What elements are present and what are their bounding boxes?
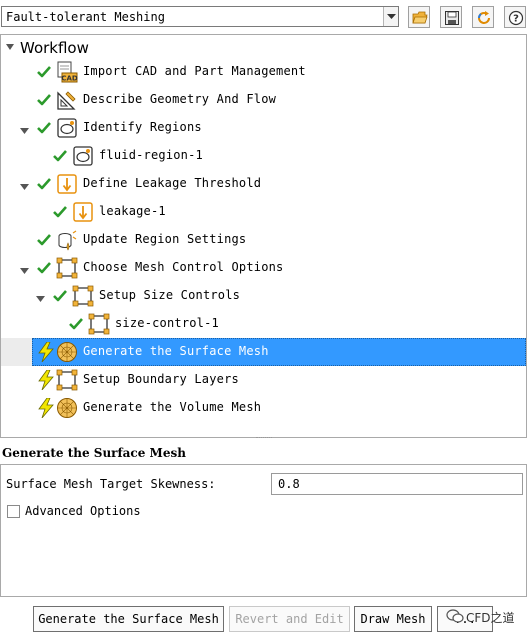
- workflow-tree: Workflow CAD Import CAD and Part Manageme…: [0, 34, 527, 438]
- advanced-options-checkbox[interactable]: [7, 505, 20, 518]
- task-panel: Surface Mesh Target Skewness: 0.8 Advanc…: [0, 464, 527, 597]
- check-icon: [53, 150, 67, 165]
- svg-text:?: ?: [513, 14, 519, 25]
- workflow-step-label: Generate the Surface Mesh: [83, 344, 269, 358]
- workflow-step-0[interactable]: CAD Import CAD and Part Management: [1, 58, 526, 86]
- workflow-step-3[interactable]: fluid-region-1: [1, 142, 526, 170]
- workflow-root-label: Workflow: [20, 39, 89, 57]
- skewness-field[interactable]: 0.8: [271, 473, 523, 495]
- draw-mesh-button[interactable]: Draw Mesh: [354, 606, 432, 632]
- workflow-type-select[interactable]: Fault-tolerant Meshing: [1, 6, 399, 27]
- workflow-step-label: Setup Size Controls: [99, 288, 241, 302]
- task-panel-title: Generate the Surface Mesh: [2, 446, 186, 460]
- skewness-label: Surface Mesh Target Skewness:: [6, 477, 216, 491]
- expand-arrow-icon[interactable]: [20, 264, 29, 278]
- workflow-step-11[interactable]: Setup Boundary Layers: [1, 366, 526, 394]
- region-icon: [56, 117, 78, 139]
- expand-arrow-icon[interactable]: [20, 124, 29, 138]
- expand-arrow-icon[interactable]: [20, 180, 29, 194]
- workflow-step-5[interactable]: leakage-1: [1, 198, 526, 226]
- check-icon: [37, 262, 51, 277]
- leakage-icon: [72, 201, 94, 223]
- svg-text:CAD: CAD: [61, 75, 78, 83]
- collapse-arrow-icon[interactable]: [5, 42, 15, 52]
- lightning-icon: [37, 369, 55, 393]
- geometry-ruler-icon: [56, 89, 78, 111]
- lightning-icon: [37, 341, 55, 365]
- generate-button-label: Generate the Surface Mesh: [38, 612, 219, 626]
- region-icon: [72, 145, 94, 167]
- workflow-step-12[interactable]: Generate the Volume Mesh: [1, 394, 526, 422]
- workflow-step-label: Identify Regions: [83, 120, 202, 134]
- workflow-step-label: Update Region Settings: [83, 232, 247, 246]
- revert-and-edit-button[interactable]: Revert and Edit: [229, 606, 350, 632]
- check-icon: [53, 290, 67, 305]
- workflow-step-4[interactable]: Define Leakage Threshold: [1, 170, 526, 198]
- workflow-step-1[interactable]: Describe Geometry And Flow: [1, 86, 526, 114]
- save-icon: [445, 11, 459, 25]
- draw-button-label: Draw Mesh: [360, 612, 426, 626]
- workflow-type-value: Fault-tolerant Meshing: [6, 10, 165, 24]
- wechat-icon: [446, 609, 464, 623]
- workflow-toolbar: Fault-tolerant Meshing ?: [0, 0, 527, 34]
- check-icon: [37, 66, 51, 81]
- help-button[interactable]: ?: [504, 6, 526, 28]
- workflow-step-2[interactable]: Identify Regions: [1, 114, 526, 142]
- workflow-step-10[interactable]: Generate the Surface Mesh: [1, 338, 526, 366]
- check-icon: [37, 234, 51, 249]
- revert-button-label: Revert and Edit: [235, 612, 344, 626]
- boundary-layer-icon: [56, 369, 78, 391]
- chevron-down-icon[interactable]: [383, 7, 398, 26]
- workflow-step-label: Setup Boundary Layers: [83, 372, 239, 386]
- mesh-control-icon: [56, 257, 78, 279]
- advanced-options-label[interactable]: Advanced Options: [25, 504, 141, 518]
- splitter-handle[interactable]: [256, 437, 272, 440]
- save-button[interactable]: [440, 6, 462, 28]
- workflow-step-label: Choose Mesh Control Options: [83, 260, 284, 274]
- skewness-value: 0.8: [278, 477, 300, 491]
- watermark-text: CFD之道: [466, 611, 515, 625]
- open-folder-button[interactable]: [408, 6, 430, 28]
- workflow-step-label: size-control-1: [115, 316, 219, 330]
- workflow-step-label: fluid-region-1: [99, 148, 203, 162]
- workflow-step-label: Define Leakage Threshold: [83, 176, 262, 190]
- open-folder-icon: [412, 11, 428, 24]
- check-icon: [37, 94, 51, 109]
- check-icon: [69, 318, 83, 333]
- volume-mesh-icon: [56, 397, 78, 419]
- help-icon: ?: [508, 10, 524, 26]
- expand-arrow-icon[interactable]: [36, 292, 45, 306]
- workflow-step-label: Generate the Volume Mesh: [83, 400, 262, 414]
- workflow-step-label: Describe Geometry And Flow: [83, 92, 277, 106]
- surface-mesh-icon: [56, 341, 78, 363]
- workflow-step-6[interactable]: Update Region Settings: [1, 226, 526, 254]
- workflow-step-label: leakage-1: [99, 204, 166, 218]
- check-icon: [53, 206, 67, 221]
- workflow-step-8[interactable]: Setup Size Controls: [1, 282, 526, 310]
- generate-surface-mesh-button[interactable]: Generate the Surface Mesh: [33, 606, 224, 632]
- check-icon: [37, 122, 51, 137]
- region-settings-icon: [56, 229, 78, 251]
- mesh-control-icon: [72, 285, 94, 307]
- refresh-button[interactable]: [472, 6, 494, 28]
- lightning-icon: [37, 397, 55, 421]
- leakage-icon: [56, 173, 78, 195]
- refresh-icon: [478, 11, 490, 24]
- workflow-step-9[interactable]: size-control-1: [1, 310, 526, 338]
- workflow-step-7[interactable]: Choose Mesh Control Options: [1, 254, 526, 282]
- check-icon: [37, 178, 51, 193]
- cad-import-icon: CAD: [56, 61, 78, 83]
- mesh-control-icon: [88, 313, 110, 335]
- workflow-step-label: Import CAD and Part Management: [83, 64, 306, 78]
